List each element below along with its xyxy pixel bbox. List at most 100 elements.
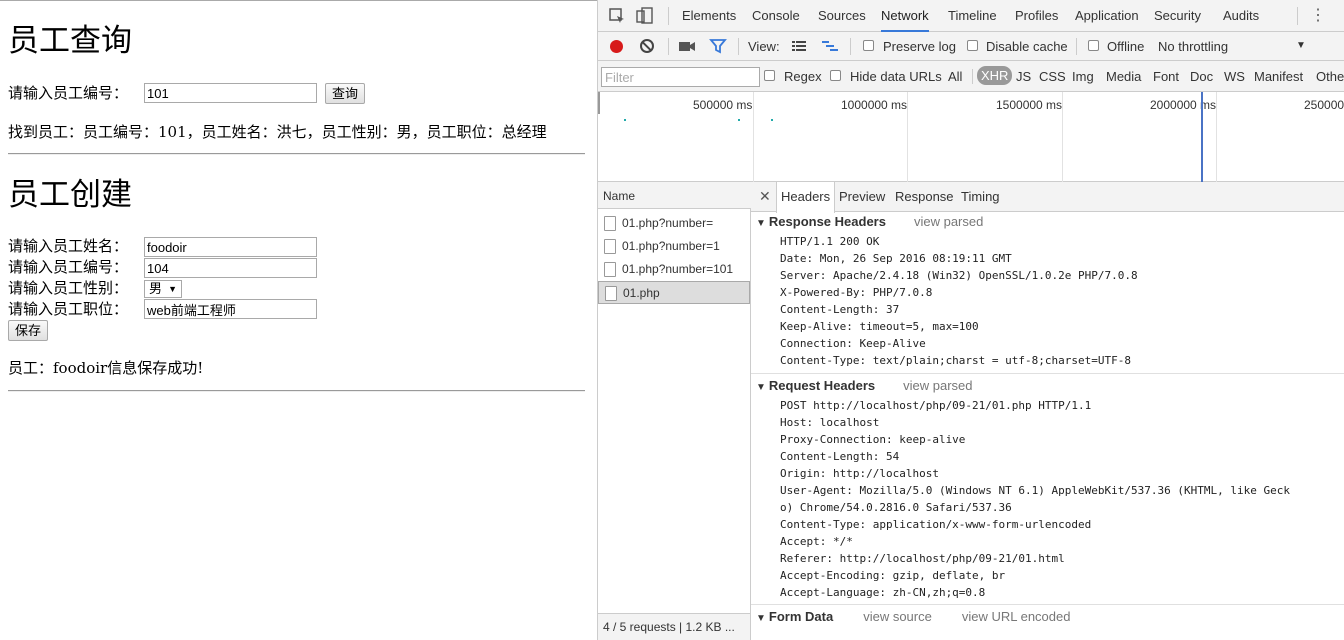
dropdown-arrow-icon: ▼ (168, 284, 177, 294)
waterfall-overview-icon[interactable] (821, 37, 839, 55)
filter-type-other[interactable]: Othe (1316, 69, 1344, 84)
number-label: 请输入员工编号： (8, 258, 129, 276)
collapse-triangle-icon: ▼ (756, 613, 766, 624)
web-page: 员工查询 请输入员工编号： 查询 找到员工：员工编号：101，员工姓名：洪七，员… (0, 0, 597, 640)
tab-console[interactable]: Console (752, 0, 800, 32)
header-line: Keep-Alive: timeout=5, max=100 (780, 320, 979, 333)
header-line: Host: localhost (780, 416, 880, 429)
tab-preview[interactable]: Preview (835, 182, 889, 212)
employee-number-input[interactable] (144, 258, 317, 278)
view-parsed-link[interactable]: view parsed (903, 378, 972, 393)
preserve-log-label: Preserve log (883, 39, 956, 54)
gridline (1216, 92, 1217, 182)
filter-type-img[interactable]: Img (1072, 69, 1094, 84)
name-column-header[interactable]: Name (598, 182, 751, 209)
query-result: 找到员工：员工编号：101，员工姓名：洪七，员工性别：男，员工职位：总经理 (8, 123, 547, 141)
employee-sex-select[interactable]: 男 ▼ (144, 280, 182, 298)
separator (738, 38, 739, 55)
timeline-tick: 1500000 ms (996, 98, 1063, 112)
query-button[interactable]: 查询 (325, 83, 366, 104)
device-toolbar-icon[interactable] (636, 7, 654, 25)
separator (850, 38, 851, 55)
throttling-select[interactable]: No throttling (1158, 39, 1228, 54)
request-row[interactable]: 01.php?number= (598, 212, 750, 235)
filter-type-all[interactable]: All (948, 69, 962, 84)
filter-type-media[interactable]: Media (1106, 69, 1141, 84)
hide-data-urls-checkbox[interactable] (830, 70, 841, 81)
tab-profiles[interactable]: Profiles (1015, 0, 1058, 32)
save-button[interactable]: 保存 (8, 320, 49, 341)
query-number-input[interactable] (144, 83, 317, 103)
request-marker (738, 119, 740, 121)
tab-application[interactable]: Application (1075, 0, 1139, 32)
request-row[interactable]: 01.php?number=1 (598, 235, 750, 258)
job-label: 请输入员工职位： (8, 300, 129, 318)
more-options-icon[interactable]: ⋮ (1309, 7, 1327, 25)
tab-response[interactable]: Response (891, 182, 958, 212)
hide-data-urls-label: Hide data URLs (850, 69, 942, 84)
tab-timeline[interactable]: Timeline (948, 0, 997, 32)
filter-type-xhr[interactable]: XHR (977, 66, 1013, 85)
offline-label: Offline (1107, 39, 1145, 54)
request-row-selected[interactable]: 01.php (598, 281, 750, 304)
tab-security[interactable]: Security (1154, 0, 1201, 32)
request-detail-panel: ✕ Headers Preview Response Timing ▼ Respo… (751, 182, 1344, 640)
divider (751, 373, 1344, 374)
view-parsed-link[interactable]: view parsed (914, 214, 983, 229)
tab-elements[interactable]: Elements (682, 0, 736, 32)
large-rows-icon[interactable] (790, 37, 808, 55)
filter-input[interactable] (601, 67, 760, 87)
tab-audits[interactable]: Audits (1223, 0, 1259, 32)
header-line: Date: Mon, 26 Sep 2016 08:19:11 GMT (780, 252, 1012, 265)
view-source-link[interactable]: view source (863, 609, 932, 624)
filter-type-font[interactable]: Font (1153, 69, 1179, 84)
form-data-section[interactable]: ▼ Form Data view source view URL encoded (756, 609, 1070, 624)
separator (1076, 38, 1077, 55)
filter-type-ws[interactable]: WS (1224, 69, 1245, 84)
view-url-encoded-link[interactable]: view URL encoded (962, 609, 1071, 624)
employee-name-input[interactable] (144, 237, 317, 257)
request-row[interactable]: 01.php?number=101 (598, 258, 750, 281)
inspect-element-icon[interactable] (608, 7, 626, 25)
regex-checkbox[interactable] (764, 70, 775, 81)
clear-icon[interactable] (640, 39, 654, 53)
close-icon[interactable]: ✕ (759, 188, 771, 205)
filter-type-css[interactable]: CSS (1039, 69, 1066, 84)
separator (668, 38, 669, 55)
chevron-down-icon[interactable]: ▼ (1296, 40, 1306, 51)
header-line: Accept: */* (780, 535, 853, 548)
request-headers-section[interactable]: ▼ Request Headers view parsed (756, 378, 973, 393)
request-list: Name 01.php?number= 01.php?number=1 01.p… (598, 182, 751, 640)
separator (1297, 7, 1298, 25)
gridline (907, 92, 908, 182)
file-icon (605, 286, 617, 301)
save-result: 员工：foodoir信息保存成功! (8, 359, 204, 377)
header-line: Content-Type: text/plain;charst = utf-8;… (780, 354, 1131, 367)
filter-type-js[interactable]: JS (1016, 69, 1031, 84)
header-line: User-Agent: Mozilla/5.0 (Windows NT 6.1)… (780, 484, 1290, 497)
employee-job-input[interactable] (144, 299, 317, 319)
header-line: Proxy-Connection: keep-alive (780, 433, 966, 446)
record-icon[interactable] (610, 40, 623, 53)
disable-cache-checkbox[interactable] (967, 40, 978, 51)
filter-type-manifest[interactable]: Manifest (1254, 69, 1303, 84)
response-headers-section[interactable]: ▼ Response Headers view parsed (756, 214, 983, 229)
header-line: Accept-Encoding: gzip, deflate, br (780, 569, 1006, 582)
divider (8, 390, 585, 392)
divider (8, 153, 585, 155)
filter-icon[interactable] (709, 37, 727, 55)
preserve-log-checkbox[interactable] (863, 40, 874, 51)
tab-headers[interactable]: Headers (776, 182, 836, 213)
timeline-overview[interactable]: 500000 ms 1000000 ms 1500000 ms 2000000 … (598, 92, 1344, 182)
header-line: Accept-Language: zh-CN,zh;q=0.8 (780, 586, 986, 599)
offline-checkbox[interactable] (1088, 40, 1099, 51)
header-line: X-Powered-By: PHP/7.0.8 (780, 286, 933, 299)
filter-type-doc[interactable]: Doc (1190, 69, 1213, 84)
disable-cache-label: Disable cache (986, 39, 1068, 54)
tab-network[interactable]: Network (881, 0, 929, 32)
header-line: HTTP/1.1 200 OK (780, 235, 880, 248)
request-summary: 4 / 5 requests | 1.2 KB ... (598, 613, 750, 640)
tab-sources[interactable]: Sources (818, 0, 866, 32)
capture-screenshots-icon[interactable] (678, 37, 696, 55)
tab-timing[interactable]: Timing (957, 182, 1004, 212)
